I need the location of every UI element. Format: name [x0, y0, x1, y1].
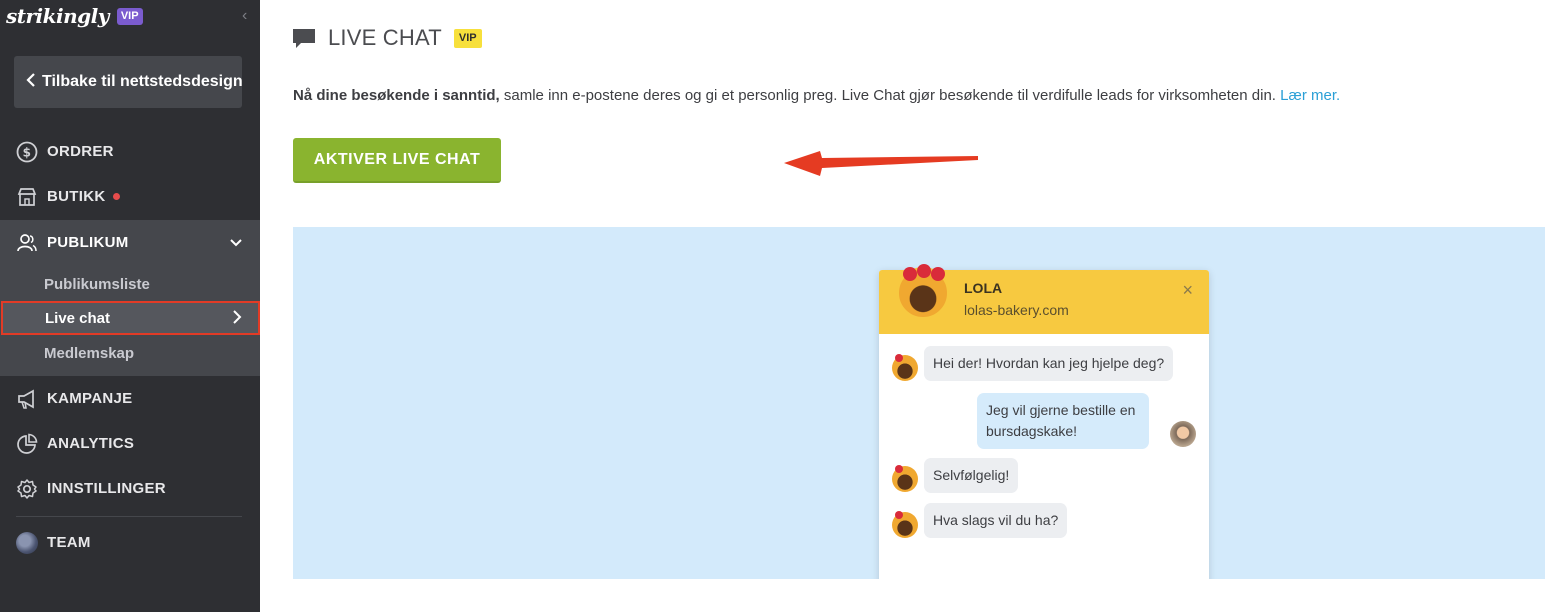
- sidebar-divider: [16, 516, 242, 517]
- agent-mini-avatar: [892, 511, 918, 538]
- team-avatar: [16, 531, 38, 554]
- nav-item-ordrer[interactable]: $ ORDRER: [0, 129, 260, 174]
- main-content: LIVE CHAT VIP Nå dine besøkende i sannti…: [260, 0, 1545, 612]
- subnav-label-live-chat: Live chat: [45, 309, 111, 327]
- subnav-item-medlemskap[interactable]: Medlemskap: [0, 336, 260, 370]
- chevron-left-icon: [26, 72, 36, 92]
- page-title: LIVE CHAT: [328, 25, 442, 50]
- chat-widget-header: LOLA lolas-bakery.com ×: [879, 264, 1209, 334]
- vip-tag: VIP: [453, 28, 482, 48]
- user-avatar: [1170, 421, 1196, 447]
- nav-item-innstillinger[interactable]: INNSTILLINGER: [0, 466, 260, 511]
- nav-item-kampanje[interactable]: KAMPANJE: [0, 376, 260, 421]
- description-text: samle inn e-postene deres og gi et perso…: [499, 87, 1281, 104]
- megaphone-icon: [16, 388, 38, 410]
- chat-widget: LOLA lolas-bakery.com × Hei der! Hvordan…: [879, 264, 1209, 579]
- agent-mini-avatar: [892, 354, 918, 381]
- chat-message: Hva slags vil du ha?: [924, 503, 1068, 538]
- notification-dot: [113, 193, 121, 200]
- gear-icon: [16, 478, 38, 500]
- agent-name: LOLA: [964, 280, 1003, 296]
- svg-text:$: $: [23, 145, 32, 159]
- live-chat-preview: LOLA lolas-bakery.com × Hei der! Hvordan…: [293, 227, 1545, 579]
- agent-mini-avatar: [892, 465, 918, 492]
- back-to-site-design-button[interactable]: Tilbake til nettstedsdesign: [14, 56, 242, 108]
- sidebar: strikingly VIP ‹ Tilbake til nettstedsde…: [0, 0, 260, 612]
- nav-label-kampanje: KAMPANJE: [47, 390, 133, 407]
- store-icon: [16, 186, 38, 208]
- chat-message: Hei der! Hvordan kan jeg hjelpe deg?: [924, 346, 1174, 381]
- chat-bubble-icon: [292, 26, 316, 50]
- subnav-item-live-chat[interactable]: Live chat: [1, 301, 260, 335]
- app-root: strikingly VIP ‹ Tilbake til nettstedsde…: [0, 0, 1545, 612]
- nav-item-publikum[interactable]: PUBLIKUM: [0, 220, 260, 265]
- nav-label-publikum: PUBLIKUM: [47, 234, 129, 251]
- chevron-right-icon: [232, 310, 242, 328]
- nav-label-innstillinger: INNSTILLINGER: [47, 480, 166, 497]
- collapse-sidebar-icon[interactable]: ‹: [242, 8, 256, 24]
- learn-more-link[interactable]: Lær mer.: [1280, 87, 1340, 104]
- agent-avatar: [897, 264, 949, 319]
- page-header: LIVE CHAT VIP: [292, 25, 482, 51]
- chat-message-user: Jeg vil gjerne bestille en bursdagskake!: [977, 393, 1149, 449]
- brand-logo: strikingly: [6, 4, 109, 28]
- agent-site: lolas-bakery.com: [964, 302, 1069, 318]
- nav-label-butikk: BUTIKK: [47, 188, 106, 205]
- description-bold: Nå dine besøkende i sanntid,: [293, 87, 500, 104]
- chevron-down-icon: [230, 235, 242, 252]
- people-icon: [16, 232, 38, 254]
- nav-item-butikk[interactable]: BUTIKK: [0, 174, 260, 219]
- dollar-circle-icon: $: [16, 141, 38, 163]
- nav-label-analytics: ANALYTICS: [47, 435, 135, 452]
- brand[interactable]: strikingly VIP: [6, 4, 143, 28]
- feature-description: Nå dine besøkende i sanntid, samle inn e…: [293, 87, 1340, 104]
- vip-badge: VIP: [116, 7, 143, 25]
- red-arrow-annotation: [784, 151, 978, 176]
- chat-message: Selvfølgelig!: [924, 458, 1019, 493]
- nav-label-team: TEAM: [47, 534, 91, 551]
- activate-live-chat-button[interactable]: AKTIVER LIVE CHAT: [293, 138, 501, 183]
- publikum-submenu: Publikumsliste Live chat Medlemskap: [0, 265, 260, 376]
- subnav-item-publikumsliste[interactable]: Publikumsliste: [0, 267, 260, 301]
- nav-item-team[interactable]: TEAM: [0, 520, 260, 565]
- back-button-label: Tilbake til nettstedsdesign: [42, 73, 242, 90]
- close-icon[interactable]: ×: [1182, 280, 1193, 301]
- nav-label-ordrer: ORDRER: [47, 143, 114, 160]
- pie-chart-icon: [16, 433, 38, 455]
- nav-item-analytics[interactable]: ANALYTICS: [0, 421, 260, 466]
